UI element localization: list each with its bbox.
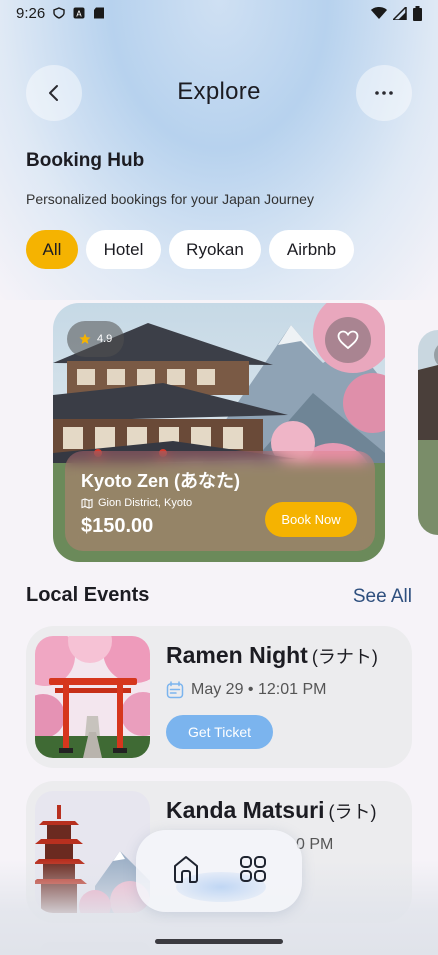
featured-location: Gion District, Kyoto — [81, 497, 192, 509]
booking-hub-subtitle: Personalized bookings for your Japan Jou… — [26, 191, 314, 207]
event-date-text: 0 PM — [296, 836, 334, 853]
event-name-text: Ramen Night — [166, 642, 308, 668]
shield-icon — [53, 7, 65, 19]
event-card[interactable]: Ramen Night (ラナト) May 29 • 12:01 PM Get T… — [26, 626, 412, 768]
filter-chips: All Hotel Ryokan Airbnb — [26, 230, 354, 269]
status-time: 9:26 — [16, 4, 46, 22]
filter-ryokan[interactable]: Ryokan — [169, 230, 261, 269]
event-name-text: Kanda Matsuri — [166, 797, 325, 823]
next-featured-image — [418, 330, 438, 535]
status-indicators — [371, 5, 422, 21]
nav-home-button[interactable] — [172, 854, 200, 889]
calendar-icon — [166, 681, 184, 699]
featured-info-panel: Kyoto Zen (あなた) Gion District, Kyoto $15… — [65, 451, 375, 551]
booking-hub-title: Booking Hub — [26, 150, 145, 171]
heart-icon — [337, 330, 359, 350]
see-all-link[interactable]: See All — [353, 586, 412, 608]
more-icon — [375, 91, 393, 95]
filter-all[interactable]: All — [26, 230, 78, 269]
bottom-nav — [136, 830, 302, 912]
featured-booking-card[interactable]: 4.9 Kyoto Zen (あなた) Gion District, Kyoto… — [53, 303, 385, 562]
event-name-jp: (ラナト) — [311, 647, 378, 667]
local-events-title: Local Events — [26, 584, 150, 606]
event-title: Kanda Matsuri (ラト) — [166, 797, 376, 824]
featured-price: $150.00 — [81, 515, 154, 537]
featured-name: Kyoto Zen (あなた) — [81, 471, 240, 491]
map-icon — [81, 497, 93, 509]
more-options-button[interactable] — [356, 65, 412, 121]
sd-card-icon — [94, 7, 105, 19]
nav-apps-button[interactable] — [239, 855, 267, 888]
home-indicator[interactable] — [155, 939, 283, 944]
event-thumbnail — [35, 636, 150, 758]
featured-location-text: Gion District, Kyoto — [98, 497, 193, 509]
rating-badge: 4.9 — [67, 321, 125, 357]
event-date: May 29 • 12:01 PM — [166, 681, 326, 699]
signal-icon — [393, 6, 407, 20]
home-icon — [173, 855, 198, 883]
grid-icon — [239, 855, 266, 882]
favorite-button[interactable] — [325, 317, 371, 363]
next-featured-card-peek[interactable] — [418, 330, 438, 535]
star-icon — [79, 333, 91, 344]
event-name-jp: (ラト) — [328, 802, 377, 822]
filter-hotel[interactable]: Hotel — [86, 230, 161, 269]
wifi-icon — [371, 6, 387, 19]
app-a-icon: A — [73, 7, 85, 19]
get-ticket-button[interactable]: Get Ticket — [166, 715, 273, 749]
svg-text:A: A — [76, 10, 82, 19]
event-title: Ramen Night (ラナト) — [166, 642, 378, 669]
event-date-text: May 29 • 12:01 PM — [191, 681, 327, 698]
rating-value: 4.9 — [97, 333, 113, 345]
event-date: 0 PM — [296, 836, 333, 854]
filter-airbnb[interactable]: Airbnb — [269, 230, 354, 269]
book-now-button[interactable]: Book Now — [265, 502, 357, 537]
battery-icon — [413, 5, 422, 21]
status-bar: 9:26 A — [0, 0, 438, 26]
